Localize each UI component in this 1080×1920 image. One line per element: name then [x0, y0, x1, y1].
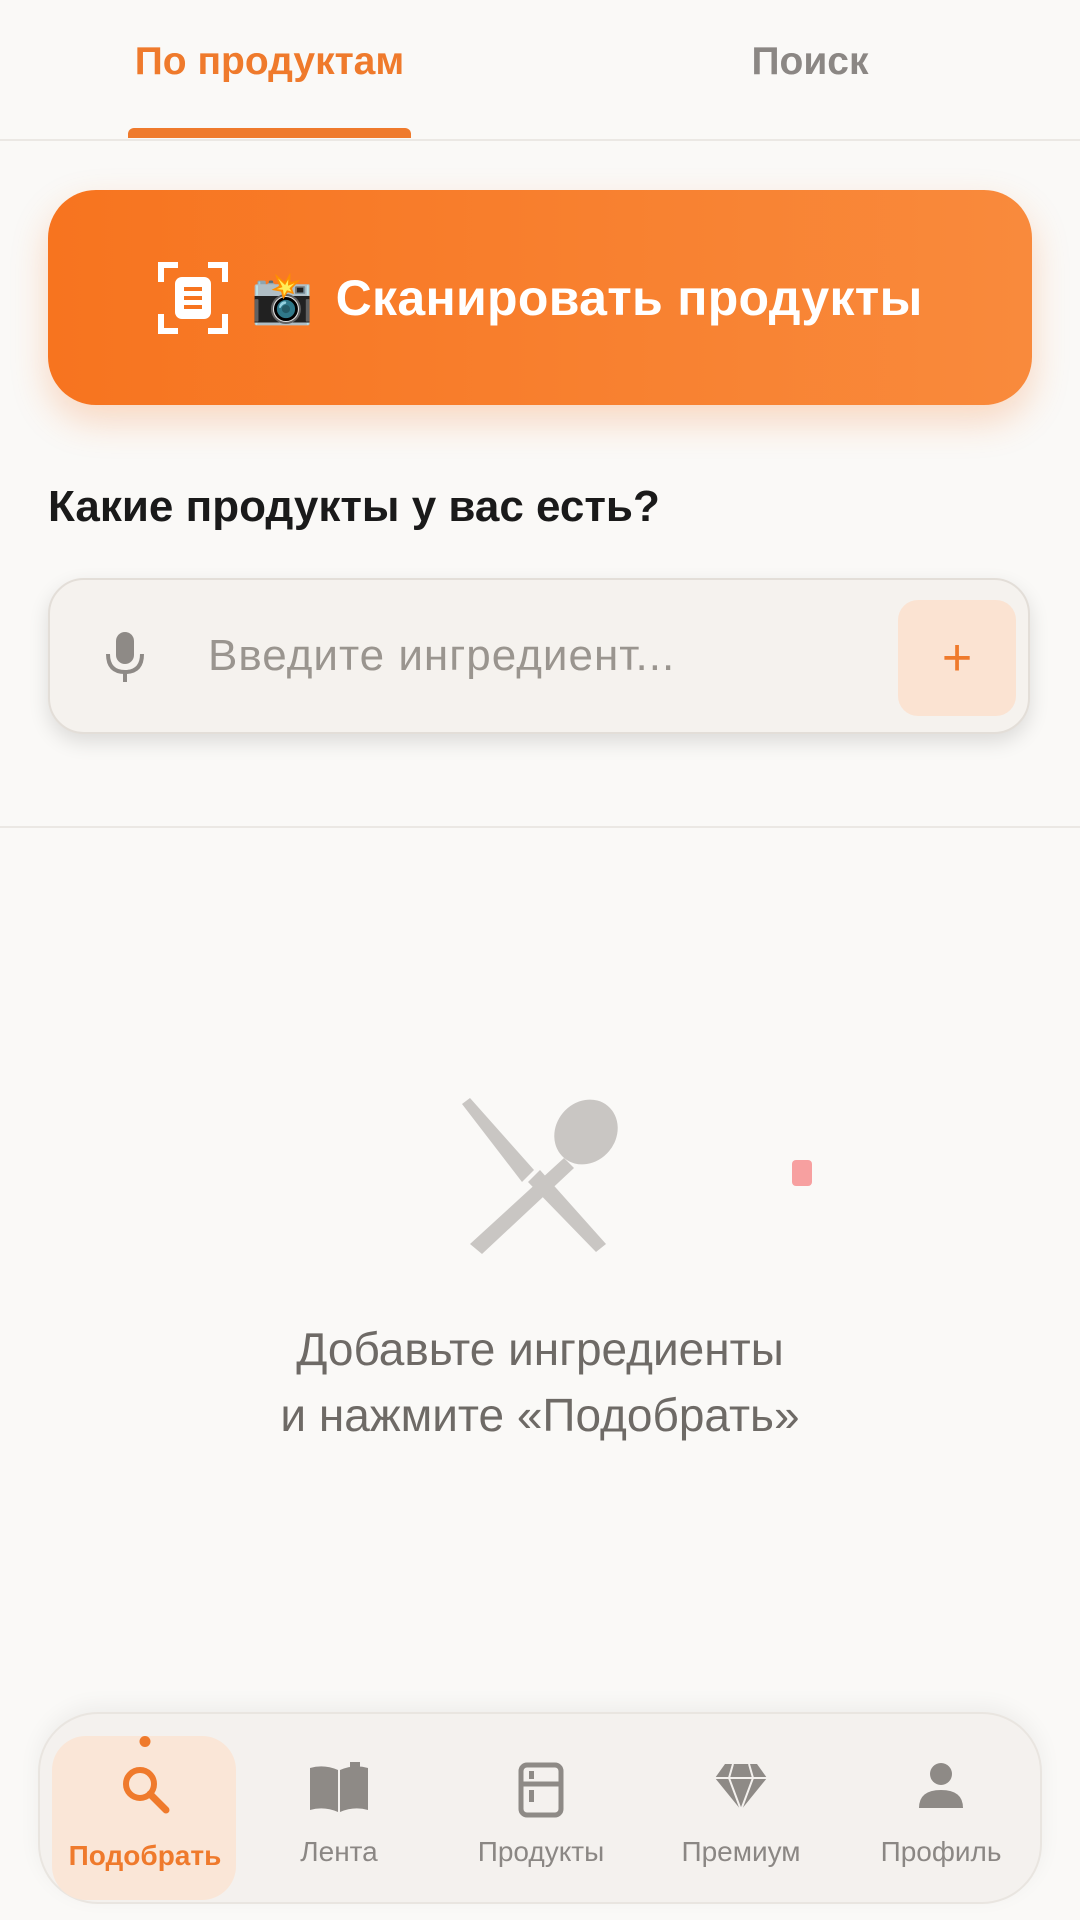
- tab-active-indicator: [128, 128, 411, 138]
- person-icon: [919, 1763, 963, 1808]
- top-tab-bar: По продуктам Поиск: [0, 0, 1080, 141]
- search-icon: [123, 1767, 170, 1814]
- add-ingredient-button[interactable]: +: [898, 600, 1016, 716]
- nav-label-premium: Премиум: [681, 1836, 801, 1867]
- screen: По продуктам Поиск 📸 Сканировать продукт…: [0, 0, 1080, 1920]
- microphone-icon[interactable]: [102, 630, 148, 686]
- scan-products-button[interactable]: 📸 Сканировать продукты: [48, 190, 1032, 405]
- nav-label-match: Подобрать: [68, 1840, 222, 1871]
- tab-search[interactable]: Поиск: [700, 40, 920, 84]
- nav-item-feed[interactable]: Лента: [244, 1714, 434, 1906]
- empty-state-line-2: и нажмите «Подобрать»: [280, 1389, 800, 1441]
- nav-label-feed: Лента: [300, 1836, 378, 1867]
- section-divider: [0, 826, 1080, 828]
- products-question-heading: Какие продукты у вас есть?: [48, 482, 660, 531]
- document-scanner-icon: [158, 261, 229, 334]
- camera-flash-icon: 📸: [251, 269, 314, 326]
- empty-state-line-1: Добавьте ингредиенты: [296, 1323, 784, 1375]
- active-dot: [139, 1736, 151, 1747]
- nav-item-premium[interactable]: Премиум: [646, 1714, 836, 1906]
- ingredient-input[interactable]: [208, 624, 728, 688]
- nav-item-profile[interactable]: Профиль: [846, 1714, 1036, 1906]
- nav-label-products: Продукты: [477, 1836, 605, 1867]
- diamond-icon: [715, 1763, 767, 1812]
- fork-spoon-icon: [462, 1098, 618, 1254]
- notification-dot: [792, 1160, 812, 1186]
- tab-by-products[interactable]: По продуктам: [128, 40, 411, 84]
- nav-item-match[interactable]: Подобрать: [50, 1714, 240, 1906]
- ingredient-input-container: +: [48, 578, 1030, 734]
- nav-item-products[interactable]: Продукты: [446, 1714, 636, 1906]
- plus-icon: +: [941, 629, 973, 687]
- bottom-navigation: Подобрать Лента Продукты Премиум Профиль: [38, 1712, 1042, 1904]
- scan-button-label: Сканировать продукты: [335, 269, 923, 326]
- book-icon: [310, 1762, 368, 1812]
- fridge-icon: [518, 1762, 564, 1818]
- nav-label-profile: Профиль: [880, 1836, 1002, 1867]
- empty-state-message: Добавьте ингредиенты и нажмите «Подобрат…: [140, 1316, 940, 1448]
